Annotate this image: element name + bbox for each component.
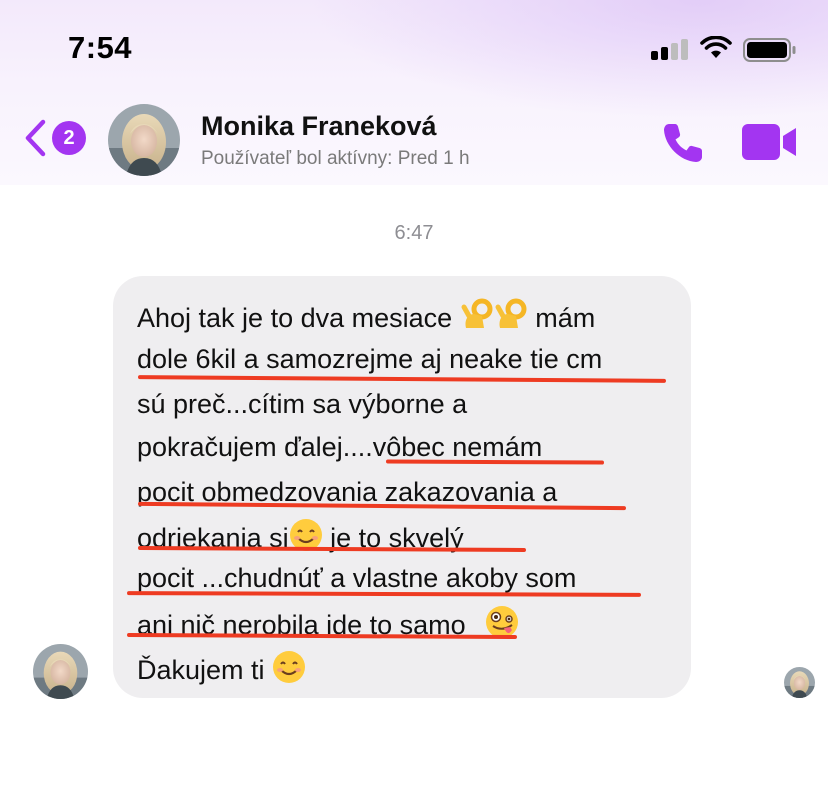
message-line-8: ani nič nerobila ide to samo <box>137 605 519 645</box>
wifi-icon <box>700 36 732 58</box>
zany-face-icon <box>485 605 519 646</box>
profile-photo-icon <box>108 104 180 176</box>
cellular-signal-icon <box>651 38 691 60</box>
message-line-5: pocit obmedzovania zakazovania a <box>137 477 558 507</box>
ok-hand-icon <box>460 298 494 339</box>
chevron-left-icon <box>25 119 46 157</box>
message-text: mám <box>535 303 596 333</box>
message-line-4: pokračujem ďalej....vôbec nemám <box>137 432 543 462</box>
message-text: Ahoj tak je to dva mesiace <box>137 303 453 333</box>
video-call-button[interactable] <box>742 124 798 160</box>
back-button[interactable]: 2 <box>22 118 92 158</box>
battery-icon <box>743 38 796 62</box>
conversation-header: 2 Monika Franeková Používateľ bol aktívn… <box>0 96 828 186</box>
read-receipt-avatar <box>784 667 815 698</box>
voice-call-button[interactable] <box>660 120 706 166</box>
profile-photo-icon <box>784 667 815 698</box>
unread-count-badge: 2 <box>52 121 86 155</box>
smiling-face-icon <box>289 518 323 559</box>
video-camera-icon <box>742 124 796 160</box>
message-line-3: sú preč...cítim sa výborne a <box>137 389 468 419</box>
message-line-6: odriekania si je to skvelý <box>137 518 464 558</box>
status-time: 7:54 <box>68 30 133 65</box>
ok-hand-icon <box>494 298 528 339</box>
active-status: Používateľ bol aktívny: Pred 1 h <box>201 148 470 169</box>
sender-avatar[interactable] <box>33 644 88 699</box>
message-line-9: Ďakujem ti <box>137 650 306 690</box>
message-text: Ďakujem ti <box>137 655 265 685</box>
message-line-1: Ahoj tak je to dva mesiace mám <box>137 298 595 338</box>
message-timestamp: 6:47 <box>394 222 434 244</box>
status-bar: 7:54 <box>0 0 828 96</box>
profile-photo-icon <box>33 644 88 699</box>
contact-name[interactable]: Monika Franeková <box>201 111 437 142</box>
smiling-face-icon <box>272 650 306 691</box>
phone-icon <box>664 124 702 162</box>
contact-avatar[interactable] <box>108 104 180 176</box>
